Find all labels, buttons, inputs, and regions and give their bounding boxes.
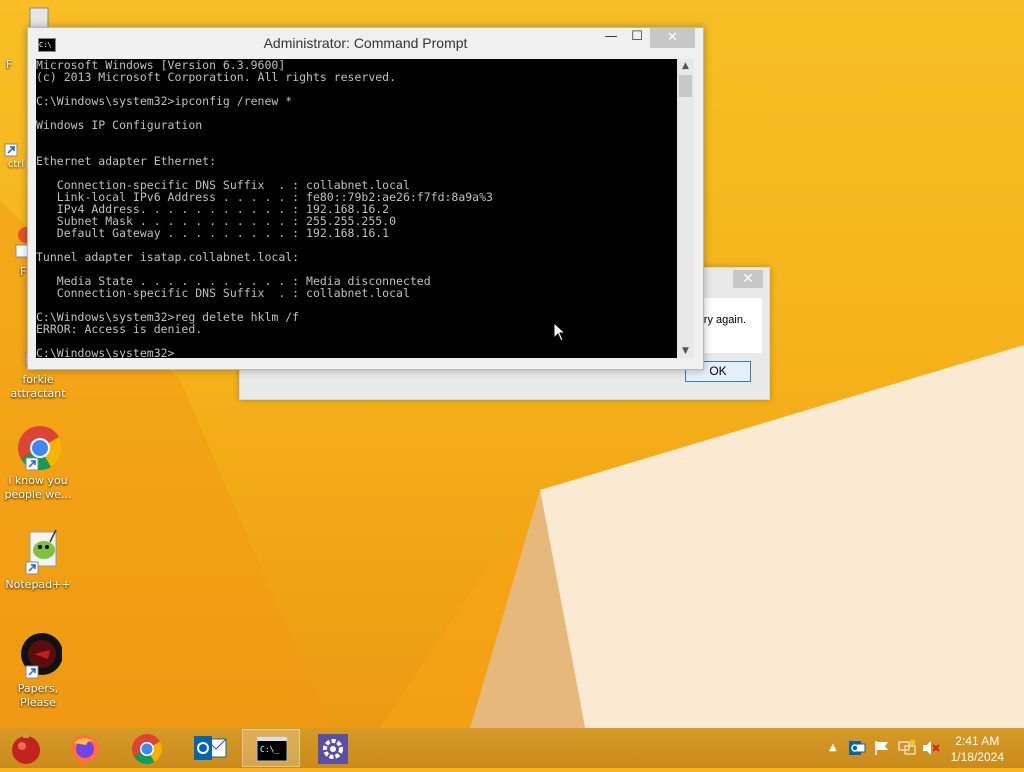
desktop: F ctrl F forkie attractant i know you pe… [0, 0, 1024, 728]
scroll-up-arrow-icon[interactable]: ▲ [677, 59, 694, 73]
taskbar-outlook[interactable] [180, 729, 238, 767]
console-text: Microsoft Windows [Version 6.3.9600] (c)… [36, 59, 493, 358]
scroll-thumb[interactable] [679, 75, 692, 97]
chrome-icon [14, 424, 62, 472]
app-icon [15, 227, 34, 258]
command-prompt-window: C:\ Administrator: Command Prompt — ☐ ✕ … [27, 27, 704, 370]
start-button[interactable] [0, 729, 54, 767]
network-icon[interactable] [897, 739, 917, 757]
desktop-icon-label: i know you people we... [4, 474, 72, 501]
desktop-icon-label: Papers, Please [17, 682, 59, 709]
system-clock[interactable]: 2:41 AM 1/18/2024 [951, 733, 1004, 765]
console-output[interactable]: Microsoft Windows [Version 6.3.9600] (c)… [36, 59, 677, 358]
partial-label: F [6, 58, 13, 71]
minimize-button[interactable]: — [600, 29, 622, 49]
taskbar-firefox[interactable] [56, 729, 114, 767]
show-hidden-icons-button[interactable]: ▲ [829, 742, 837, 753]
taskbar-chrome[interactable] [118, 729, 176, 767]
outlook-icon [194, 736, 227, 760]
close-button[interactable]: ✕ [650, 28, 695, 48]
action-center-flag-icon[interactable] [873, 739, 891, 757]
papers-please-icon [14, 632, 63, 680]
desktop-icon-papers-please[interactable]: Papers, Please [0, 632, 76, 710]
partial-label: ctrl [7, 159, 25, 170]
taskbar: C:\_ ▲ 2:41 AM 1/18/2024 [0, 728, 1024, 768]
dialog-message: try again. [700, 314, 746, 326]
desktop-icon-notepadpp[interactable]: Notepad++ [0, 528, 76, 592]
clock-date: 1/18/2024 [950, 750, 1004, 764]
taskbar-cmd[interactable]: C:\_ [242, 729, 300, 767]
desktop-icon-partial-2[interactable]: ctrl [4, 143, 28, 172]
shortcut-arrow-icon [4, 143, 18, 157]
volume-muted-icon[interactable] [921, 739, 941, 757]
firefox-icon [71, 735, 99, 763]
desktop-icon-label: Notepad++ [5, 578, 71, 591]
chrome-icon [132, 734, 163, 765]
clock-time: 2:41 AM [955, 734, 1000, 748]
svg-text:C:\_: C:\_ [260, 745, 279, 754]
window-titlebar[interactable]: C:\ Administrator: Command Prompt — ☐ ✕ [28, 28, 703, 59]
partial-label: F [20, 265, 27, 278]
vertical-scrollbar[interactable]: ▲ ▼ [677, 59, 694, 358]
mouse-cursor-icon [553, 322, 567, 342]
desktop-icon-partial-3[interactable]: F [6, 225, 34, 278]
start-orb-icon [12, 733, 40, 764]
cmd-icon: C:\_ [256, 736, 288, 762]
desktop-icon-chrome-shortcut[interactable]: i know you people we... [0, 424, 76, 502]
maximize-button[interactable]: ☐ [626, 29, 648, 49]
settings-gear-icon [318, 734, 348, 764]
scroll-down-arrow-icon[interactable]: ▼ [677, 344, 694, 358]
taskbar-settings[interactable] [304, 729, 362, 767]
outlook-tray-icon[interactable] [848, 739, 866, 757]
desktop-icon-label: forkie attractant [10, 373, 66, 400]
desktop-icon-partial-1[interactable]: F [6, 58, 26, 72]
dialog-close-button[interactable]: ✕ [733, 270, 763, 288]
notepadpp-icon [14, 528, 62, 576]
